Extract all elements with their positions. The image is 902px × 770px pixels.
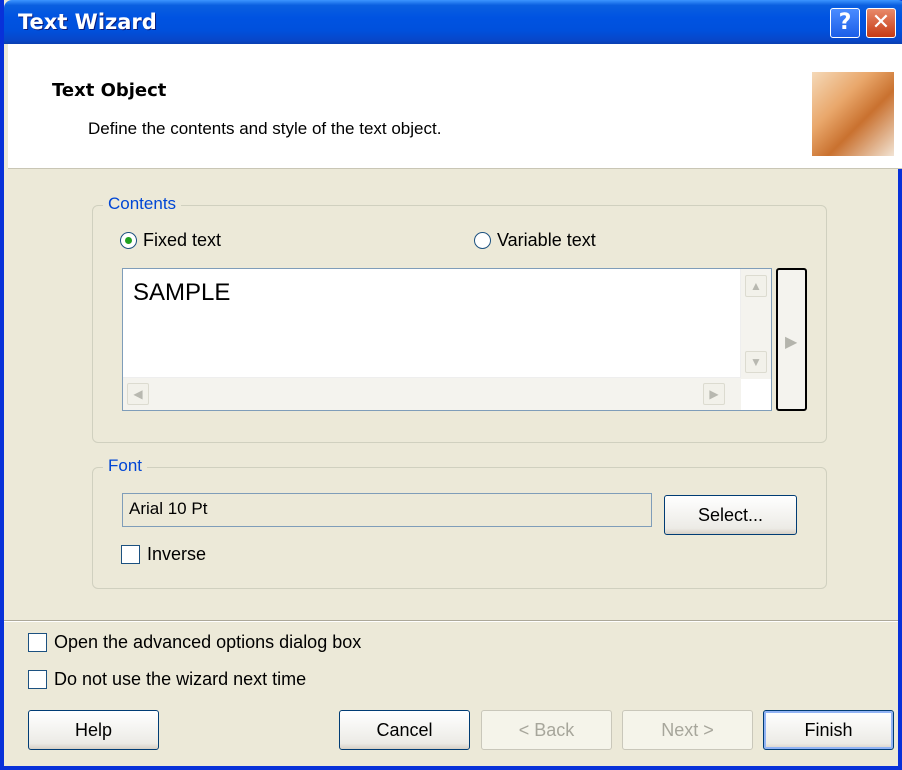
contents-group-label: Contents	[103, 194, 182, 214]
advanced-options-checkbox-box[interactable]	[28, 633, 47, 652]
no-wizard-checkbox-box[interactable]	[28, 670, 47, 689]
writing-hand-icon	[812, 72, 894, 156]
font-group-label: Font	[103, 456, 148, 476]
advanced-options-checkbox[interactable]: Open the advanced options dialog box	[28, 632, 361, 653]
arrow-right-icon: ▶	[785, 334, 798, 351]
inverse-checkbox-box[interactable]	[121, 545, 140, 564]
close-button[interactable]: ✕	[866, 8, 896, 38]
next-button[interactable]: Next >	[622, 710, 753, 750]
text-content-area[interactable]: SAMPLE ▲ ▼ ◀ ▶	[122, 268, 772, 411]
scroll-left-icon[interactable]: ◀	[127, 383, 149, 405]
scroll-right-icon[interactable]: ▶	[703, 383, 725, 405]
help-button[interactable]: Help	[28, 710, 159, 750]
scroll-down-icon[interactable]: ▼	[745, 351, 767, 373]
advanced-options-label: Open the advanced options dialog box	[54, 632, 362, 652]
no-wizard-checkbox[interactable]: Do not use the wizard next time	[28, 669, 306, 690]
window-title: Text Wizard	[18, 10, 157, 34]
page-subtitle: Define the contents and style of the tex…	[88, 119, 442, 138]
variable-text-radio[interactable]: Variable text	[474, 230, 596, 251]
divider	[4, 620, 898, 622]
inverse-label: Inverse	[147, 544, 207, 564]
back-button[interactable]: < Back	[481, 710, 612, 750]
no-wizard-label: Do not use the wizard next time	[54, 669, 307, 689]
page-title: Text Object	[52, 80, 167, 101]
inverse-checkbox[interactable]: Inverse	[121, 544, 206, 565]
insert-field-button[interactable]: ▶	[776, 268, 807, 411]
wizard-header: Text Object Define the contents and styl…	[8, 44, 902, 169]
select-font-button[interactable]: Select...	[664, 495, 797, 535]
fixed-text-radio-button[interactable]	[120, 232, 137, 249]
cancel-button[interactable]: Cancel	[339, 710, 470, 750]
scroll-up-icon[interactable]: ▲	[745, 275, 767, 297]
vertical-scrollbar[interactable]: ▲ ▼	[740, 269, 771, 379]
title-bar[interactable]: Text Wizard ? ✕	[4, 0, 902, 44]
font-display-field: Arial 10 Pt	[122, 493, 652, 527]
finish-button[interactable]: Finish	[763, 710, 894, 750]
fixed-text-label: Fixed text	[143, 230, 222, 250]
horizontal-scrollbar[interactable]: ◀ ▶	[123, 377, 741, 410]
text-content-value: SAMPLE	[133, 279, 231, 306]
fixed-text-radio[interactable]: Fixed text	[120, 230, 221, 251]
variable-text-radio-button[interactable]	[474, 232, 491, 249]
help-title-button[interactable]: ?	[830, 8, 860, 38]
variable-text-label: Variable text	[497, 230, 596, 250]
